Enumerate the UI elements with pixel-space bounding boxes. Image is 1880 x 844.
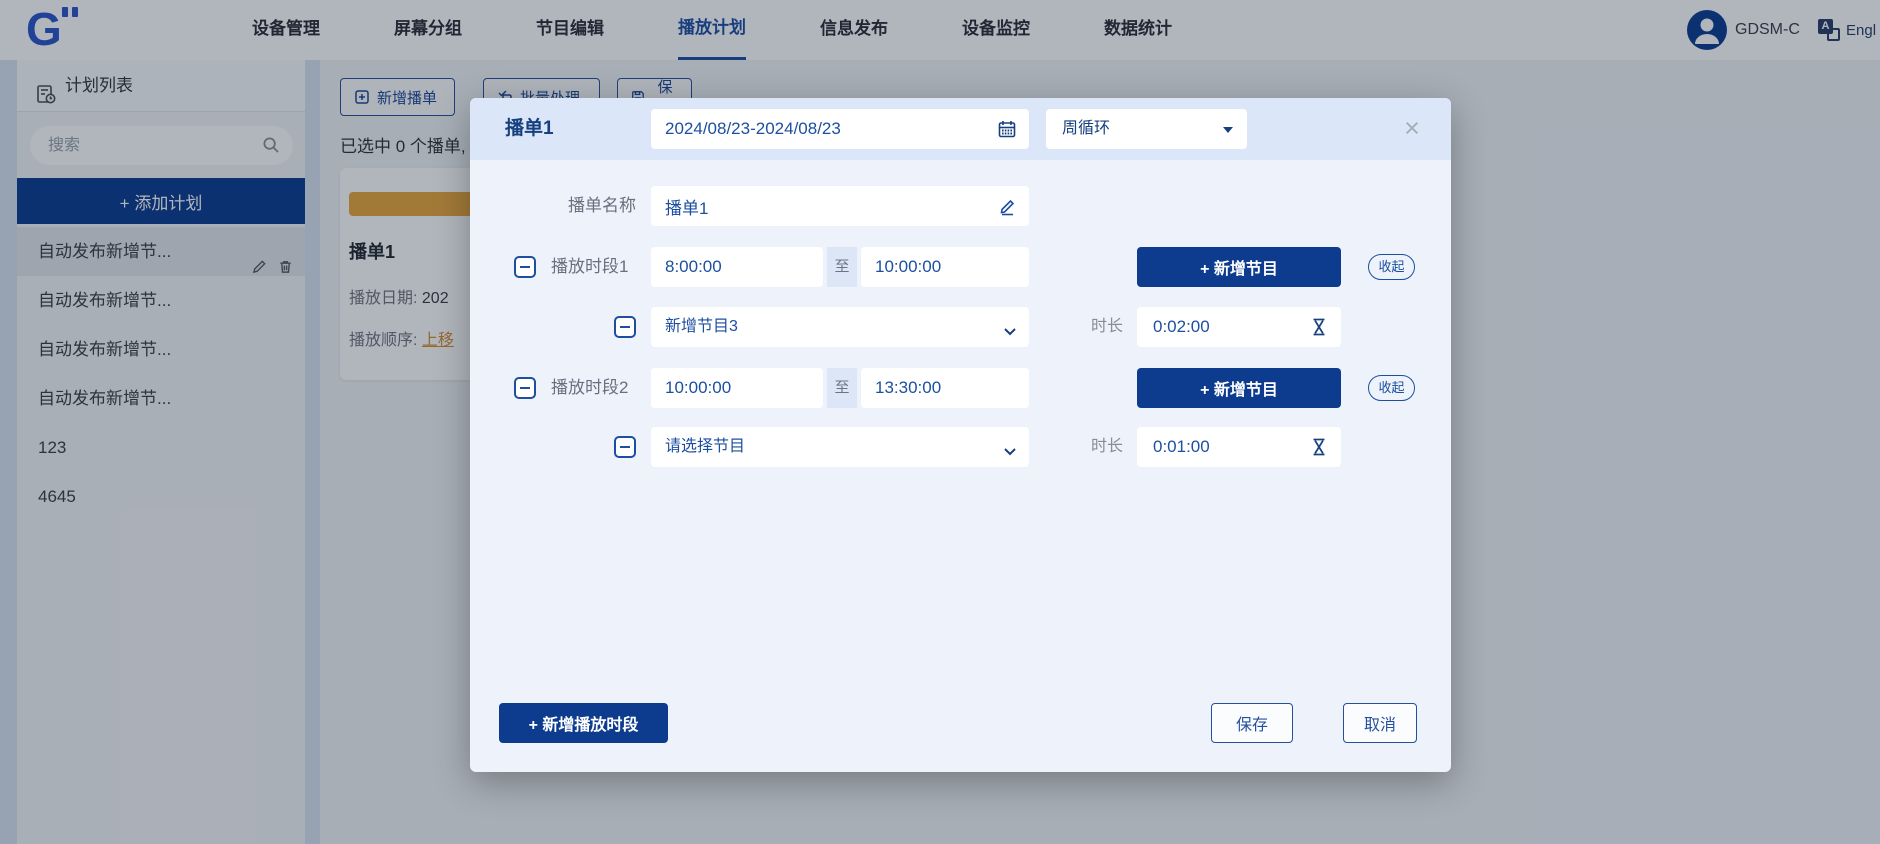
start-time-field xyxy=(651,247,823,287)
end-time-input[interactable] xyxy=(875,247,1021,287)
date-range-field xyxy=(651,109,1029,149)
chevron-down-icon xyxy=(1004,323,1016,341)
caret-down-icon xyxy=(1223,127,1233,133)
duration-field xyxy=(1137,427,1341,467)
segment-label: 播放时段1 xyxy=(536,247,636,287)
remove-segment-button[interactable] xyxy=(514,256,536,278)
duration-field xyxy=(1137,307,1341,347)
start-time-input[interactable] xyxy=(665,368,815,408)
repeat-mode-value: 周循环 xyxy=(1062,109,1110,149)
program-select[interactable]: 新增节目3 xyxy=(651,307,1029,347)
calendar-icon[interactable] xyxy=(997,119,1017,144)
end-time-field xyxy=(861,368,1029,408)
modal-title: 播单1 xyxy=(505,98,554,160)
date-range-input[interactable] xyxy=(665,109,985,149)
add-program-button[interactable]: + 新增节目 xyxy=(1137,247,1341,287)
program-select-value: 请选择节目 xyxy=(665,427,745,467)
save-button[interactable]: 保存 xyxy=(1211,703,1293,743)
playlist-edit-modal: 播单1 周循环 × 播单名称 xyxy=(470,98,1451,772)
end-time-input[interactable] xyxy=(875,368,1021,408)
start-time-input[interactable] xyxy=(665,247,815,287)
close-icon[interactable]: × xyxy=(1394,110,1430,146)
end-time-field xyxy=(861,247,1029,287)
hourglass-icon xyxy=(1310,317,1328,342)
program-select[interactable]: 请选择节目 xyxy=(651,427,1029,467)
collapse-button[interactable]: 收起 xyxy=(1368,375,1415,401)
remove-program-button[interactable] xyxy=(614,316,636,338)
duration-label: 时长 xyxy=(1069,307,1123,347)
remove-program-button[interactable] xyxy=(614,436,636,458)
segment-label: 播放时段2 xyxy=(536,368,636,408)
cancel-button[interactable]: 取消 xyxy=(1343,703,1417,743)
modal-header: 播单1 周循环 × xyxy=(470,98,1451,160)
hourglass-icon xyxy=(1310,437,1328,462)
duration-input[interactable] xyxy=(1153,307,1303,347)
chevron-down-icon xyxy=(1004,443,1016,461)
playlist-name-field xyxy=(651,186,1029,226)
remove-segment-button[interactable] xyxy=(514,377,536,399)
repeat-mode-select[interactable]: 周循环 xyxy=(1046,109,1247,149)
add-program-button[interactable]: + 新增节目 xyxy=(1137,368,1341,408)
duration-input[interactable] xyxy=(1153,427,1303,467)
edit-pencil-icon[interactable] xyxy=(997,196,1017,221)
duration-label: 时长 xyxy=(1069,427,1123,467)
app-root: G 设备管理 屏幕分组 节目编辑 播放计划 信息发布 设备监控 数据统计 GDS… xyxy=(0,0,1880,844)
playlist-name-label: 播单名称 xyxy=(470,186,636,226)
program-select-value: 新增节目3 xyxy=(665,307,738,347)
collapse-button[interactable]: 收起 xyxy=(1368,254,1415,280)
add-segment-button[interactable]: + 新增播放时段 xyxy=(499,703,668,743)
to-separator: 至 xyxy=(827,247,857,287)
playlist-name-input[interactable] xyxy=(665,186,985,226)
start-time-field xyxy=(651,368,823,408)
to-separator: 至 xyxy=(827,368,857,408)
